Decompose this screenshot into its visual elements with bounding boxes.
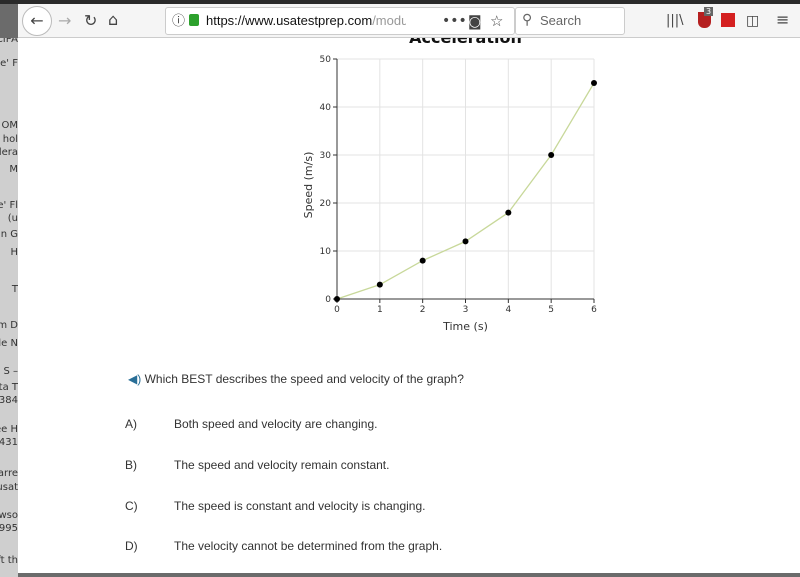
background-text: M (9, 164, 18, 175)
data-point (419, 257, 426, 264)
info-icon[interactable]: ⓘ (172, 12, 185, 32)
sidebar-icon[interactable]: ◫ (746, 11, 759, 31)
menu-icon[interactable]: ≡ (776, 10, 789, 30)
background-text: hol (2, 134, 18, 145)
option-letter[interactable]: B) (125, 458, 137, 472)
background-text: ata T (0, 382, 18, 393)
data-point (376, 281, 383, 288)
data-point (548, 152, 555, 158)
background-text: e' F (0, 58, 18, 69)
y-tick-label: 30 (320, 151, 332, 161)
x-axis-label: Time (s) (442, 320, 488, 333)
x-tick-label: 4 (505, 305, 511, 315)
background-text: CIPA (0, 38, 18, 45)
background-text: m D (0, 320, 18, 331)
more-icon[interactable]: ••• (442, 11, 467, 31)
background-text: n G (0, 229, 18, 240)
background-text: earre (0, 468, 18, 479)
background-text: u) (7, 213, 18, 224)
badge-count: 3 (704, 7, 714, 16)
lock-icon (189, 14, 199, 26)
y-tick-label: 0 (325, 295, 331, 305)
question-text: Which BEST describes the speed and veloc… (144, 372, 464, 386)
reload-button[interactable]: ↻ (84, 11, 97, 31)
background-text: 0995 (0, 523, 18, 534)
x-tick-label: 5 (548, 305, 554, 315)
y-tick-label: 10 (320, 247, 332, 257)
background-text: – S (3, 366, 18, 377)
background-text: dera (0, 147, 18, 158)
x-tick-label: 6 (591, 305, 597, 315)
option-text[interactable]: The speed is constant and velocity is ch… (174, 499, 425, 513)
search-input[interactable]: ⚲ Search (515, 7, 625, 35)
x-tick-label: 0 (334, 305, 340, 315)
background-text: 5431 (0, 437, 18, 448)
url-host: https://www. (206, 13, 277, 28)
data-point (505, 209, 512, 216)
bookmark-star-icon[interactable]: ☆ (490, 11, 503, 31)
y-tick-label: 20 (320, 199, 332, 209)
pocket-icon[interactable]: ◙ (468, 12, 482, 32)
option-letter[interactable]: C) (125, 499, 138, 513)
y-tick-label: 50 (320, 55, 332, 65)
option-letter[interactable]: D) (125, 539, 138, 553)
browser-toolbar: ← → ↻ ⌂ ⓘ https://www.usatestprep.com/mo… (18, 4, 800, 38)
url-path: /modules (372, 13, 406, 28)
library-icon[interactable]: |||\ (666, 11, 684, 31)
option-text[interactable]: Both speed and velocity are changing. (174, 417, 377, 431)
extension-icon[interactable] (721, 13, 735, 27)
question-row: ◀) Which BEST describes the speed and ve… (128, 372, 464, 386)
speaker-icon[interactable]: ◀) (128, 372, 141, 386)
acceleration-chart: Acceleration 0 1 2 3 4 5 6 0 10 20 30 40 50 Time (s) Sp… (302, 38, 597, 333)
background-text: H (10, 247, 18, 258)
search-icon: ⚲ (522, 11, 533, 27)
home-button[interactable]: ⌂ (108, 10, 118, 30)
url-domain: usatestprep.com (276, 13, 373, 28)
option-letter[interactable]: A) (125, 417, 137, 431)
url-bar[interactable]: ⓘ https://www.usatestprep.com/modules ••… (165, 7, 515, 35)
x-tick-label: 1 (377, 305, 383, 315)
chart-title: Acceleration (409, 38, 522, 47)
background-text: T (11, 284, 18, 295)
background-text: usat (0, 482, 18, 493)
background-text: le N (0, 338, 18, 349)
search-placeholder: Search (540, 13, 582, 28)
background-text: 9384 (0, 395, 18, 406)
forward-button[interactable]: → (58, 11, 71, 31)
background-text: awso (0, 510, 18, 521)
x-tick-label: 3 (463, 305, 469, 315)
y-tick-label: 40 (320, 103, 332, 113)
background-text: e' Fl (0, 200, 18, 211)
background-text: lee H (0, 424, 18, 435)
background-text: OM ( (0, 120, 18, 131)
y-axis-label: Speed (m/s) (302, 152, 315, 219)
data-point (591, 80, 597, 86)
background-text: ft th (0, 555, 18, 566)
option-text[interactable]: The velocity cannot be determined from t… (174, 539, 442, 553)
data-point (462, 238, 469, 245)
question-page: Acceleration 0 1 2 3 4 5 6 0 10 20 30 40 50 Time (s) Sp… (18, 38, 800, 573)
background-window: lkCIPAe' FOM (holderaMe' Flu)n GHTm Dle … (0, 38, 18, 577)
x-tick-label: 2 (420, 305, 426, 315)
data-point (334, 296, 340, 302)
back-button[interactable]: ← (22, 6, 52, 36)
option-text[interactable]: The speed and velocity remain constant. (174, 458, 389, 472)
